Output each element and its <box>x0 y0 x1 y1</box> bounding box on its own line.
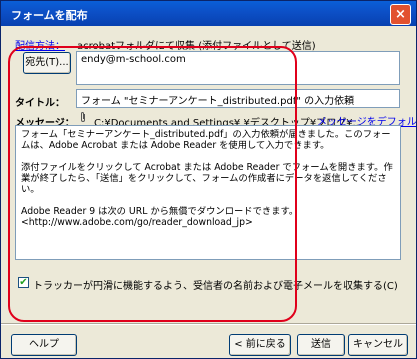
help-button[interactable]: ヘルプ <box>11 334 77 356</box>
to-button[interactable]: 宛先(T)... <box>23 52 71 74</box>
send-button[interactable]: 送信 <box>297 334 345 356</box>
distribute-form-dialog: フォームを配布 × 配信方法： acrobatフォルダにて収集 (添付ファイルと… <box>0 0 417 359</box>
delivery-method-link[interactable]: 配信方法： <box>15 37 65 52</box>
close-button[interactable]: × <box>390 4 411 25</box>
delivery-method-value: acrobatフォルダにて収集 (添付ファイルとして送信) <box>77 41 316 52</box>
window-title: フォームを配布 <box>11 9 88 22</box>
paperclip-icon <box>81 112 85 122</box>
tracker-checkbox-label: トラッカーが円滑に機能するよう、受信者の名前および電子メールを収集する(C) <box>33 281 398 292</box>
to-field[interactable]: endy@m-school.com <box>76 51 400 85</box>
title-bar[interactable]: フォームを配布 × <box>1 1 416 26</box>
title-label: タイトル： <box>15 98 65 109</box>
message-body-textarea[interactable]: フォーム「セミナーアンケート_distributed.pdf」の入力依頼が届きま… <box>15 125 401 260</box>
tracker-checkbox[interactable]: ✔ <box>18 277 29 288</box>
title-input[interactable]: フォーム "セミナーアンケート_distributed.pdf" の入力依頼 <box>76 89 400 108</box>
back-button[interactable]: < 前に戻る <box>229 334 291 356</box>
footer-separator <box>1 323 416 325</box>
cancel-button[interactable]: キャンセル <box>348 334 408 356</box>
